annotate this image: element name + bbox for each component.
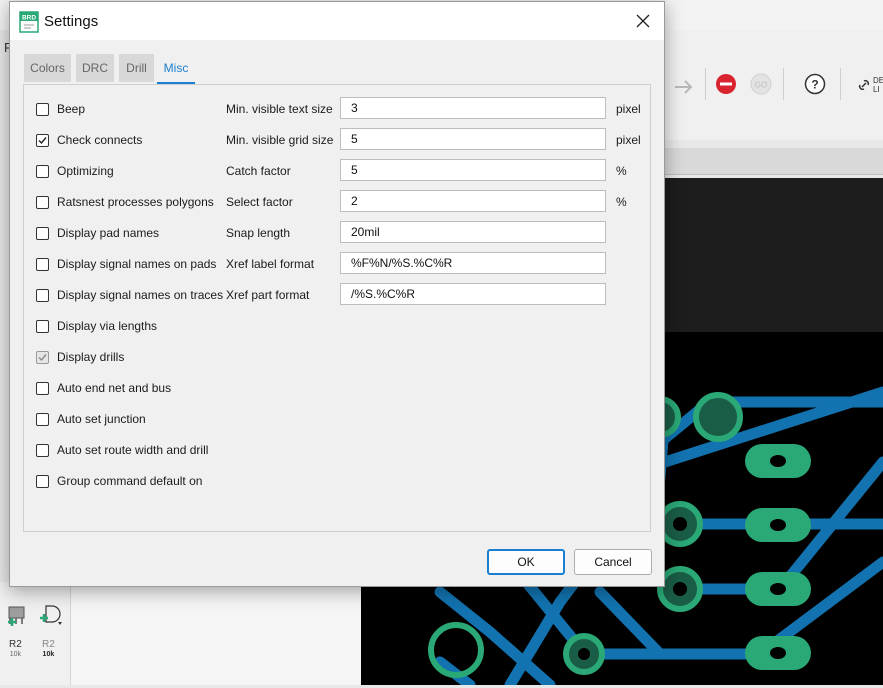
auto-set-junction-checkbox[interactable]: Auto set junction xyxy=(36,410,146,428)
settings-dialog: BRD Settings Colors DRC Drill Misc Beep xyxy=(9,1,665,587)
checkbox-box[interactable] xyxy=(36,257,49,271)
beep-checkbox[interactable]: Beep xyxy=(36,100,85,118)
ok-button[interactable]: OK xyxy=(487,549,565,575)
check-connects-checkbox[interactable]: Check connects xyxy=(36,131,142,149)
toolbar-link-label[interactable]: DE LI xyxy=(873,76,883,94)
xref-label-format-label: Xref label format xyxy=(226,257,315,271)
ratsnest-polygons-checkbox[interactable]: Ratsnest processes polygons xyxy=(36,193,214,211)
checkmark-icon xyxy=(38,353,47,361)
auto-end-net-checkbox[interactable]: Auto end net and bus xyxy=(36,379,171,397)
misc-settings-panel: Beep Check connects Optimizing Ratsnest … xyxy=(23,84,651,532)
checkbox-box[interactable] xyxy=(36,381,49,395)
min-grid-size-label: Min. visible grid size xyxy=(226,133,334,147)
add-part-icon[interactable] xyxy=(6,604,28,626)
checkbox-box[interactable] xyxy=(36,288,49,302)
svg-text:GO: GO xyxy=(755,81,767,90)
resistor-tool[interactable]: R2 10k xyxy=(9,640,22,660)
checkbox-box[interactable] xyxy=(36,133,49,147)
app-toolbar xyxy=(663,30,883,140)
redo-arrow-icon[interactable] xyxy=(672,74,698,94)
checkbox-box[interactable] xyxy=(36,443,49,457)
go-icon[interactable]: GO xyxy=(750,73,772,95)
toolbar-separator xyxy=(840,68,841,100)
tab-misc-label: Misc xyxy=(163,61,189,75)
add-gate-icon[interactable] xyxy=(38,602,64,626)
display-pad-names-checkbox[interactable]: Display pad names xyxy=(36,224,159,242)
dialog-titlebar[interactable]: BRD Settings xyxy=(10,2,664,40)
checkbox-box[interactable] xyxy=(36,164,49,178)
svg-text:?: ? xyxy=(811,78,818,92)
checkbox-box[interactable] xyxy=(36,226,49,240)
checkbox-box[interactable] xyxy=(36,412,49,426)
group-command-checkbox[interactable]: Group command default on xyxy=(36,472,202,490)
optimizing-checkbox[interactable]: Optimizing xyxy=(36,162,114,180)
xref-part-format-input[interactable]: /%S.%C%R xyxy=(340,283,606,305)
xref-label-format-input[interactable]: %F%N/%S.%C%R xyxy=(340,252,606,274)
xref-part-format-label: Xref part format xyxy=(226,288,310,302)
checkbox-box[interactable] xyxy=(36,319,49,333)
min-text-size-unit: pixel xyxy=(616,102,641,116)
select-factor-label: Select factor xyxy=(226,195,293,209)
select-factor-input[interactable]: 2 xyxy=(340,190,606,212)
checkmark-icon xyxy=(38,136,47,144)
catch-factor-input[interactable]: 5 xyxy=(340,159,606,181)
resistor-value-tool[interactable]: R2 10k xyxy=(42,640,55,660)
min-text-size-input[interactable]: 3 xyxy=(340,97,606,119)
catch-factor-unit: % xyxy=(616,164,627,178)
display-via-lengths-checkbox[interactable]: Display via lengths xyxy=(36,317,157,335)
snap-length-input[interactable]: 20mil xyxy=(340,221,606,243)
checkbox-box[interactable] xyxy=(36,350,49,364)
signal-names-traces-checkbox[interactable]: Display signal names on traces xyxy=(36,286,223,304)
min-grid-size-input[interactable]: 5 xyxy=(340,128,606,150)
snap-length-label: Snap length xyxy=(226,226,291,240)
tab-drill[interactable]: Drill xyxy=(119,54,154,82)
toolbar-separator xyxy=(705,68,706,100)
tool-palette: R2 10k R2 10k xyxy=(0,582,70,685)
signal-names-pads-checkbox[interactable]: Display signal names on pads xyxy=(36,255,216,273)
workspace-gap xyxy=(70,582,361,685)
tab-colors[interactable]: Colors xyxy=(24,54,71,82)
app-tabstrip xyxy=(663,148,883,175)
auto-route-width-checkbox[interactable]: Auto set route width and drill xyxy=(36,441,208,459)
tab-misc[interactable]: Misc xyxy=(157,54,195,84)
checkbox-box[interactable] xyxy=(36,195,49,209)
dialog-title: Settings xyxy=(44,13,99,30)
tab-drc[interactable]: DRC xyxy=(76,54,114,82)
toolbar-separator xyxy=(783,68,784,100)
link-icon[interactable] xyxy=(857,78,871,92)
min-grid-size-unit: pixel xyxy=(616,133,641,147)
close-icon xyxy=(636,14,650,28)
cancel-button[interactable]: Cancel xyxy=(574,549,652,575)
close-button[interactable] xyxy=(628,9,658,33)
app-icon-text: BRD xyxy=(22,15,36,22)
brd-app-icon: BRD xyxy=(19,11,39,33)
display-drills-checkbox[interactable]: Display drills xyxy=(36,348,124,366)
help-icon[interactable]: ? xyxy=(804,73,826,95)
checkbox-box[interactable] xyxy=(36,474,49,488)
min-text-size-label: Min. visible text size xyxy=(226,102,333,116)
checkbox-box[interactable] xyxy=(36,102,49,116)
catch-factor-label: Catch factor xyxy=(226,164,291,178)
select-factor-unit: % xyxy=(616,195,627,209)
stop-icon[interactable] xyxy=(715,73,737,95)
